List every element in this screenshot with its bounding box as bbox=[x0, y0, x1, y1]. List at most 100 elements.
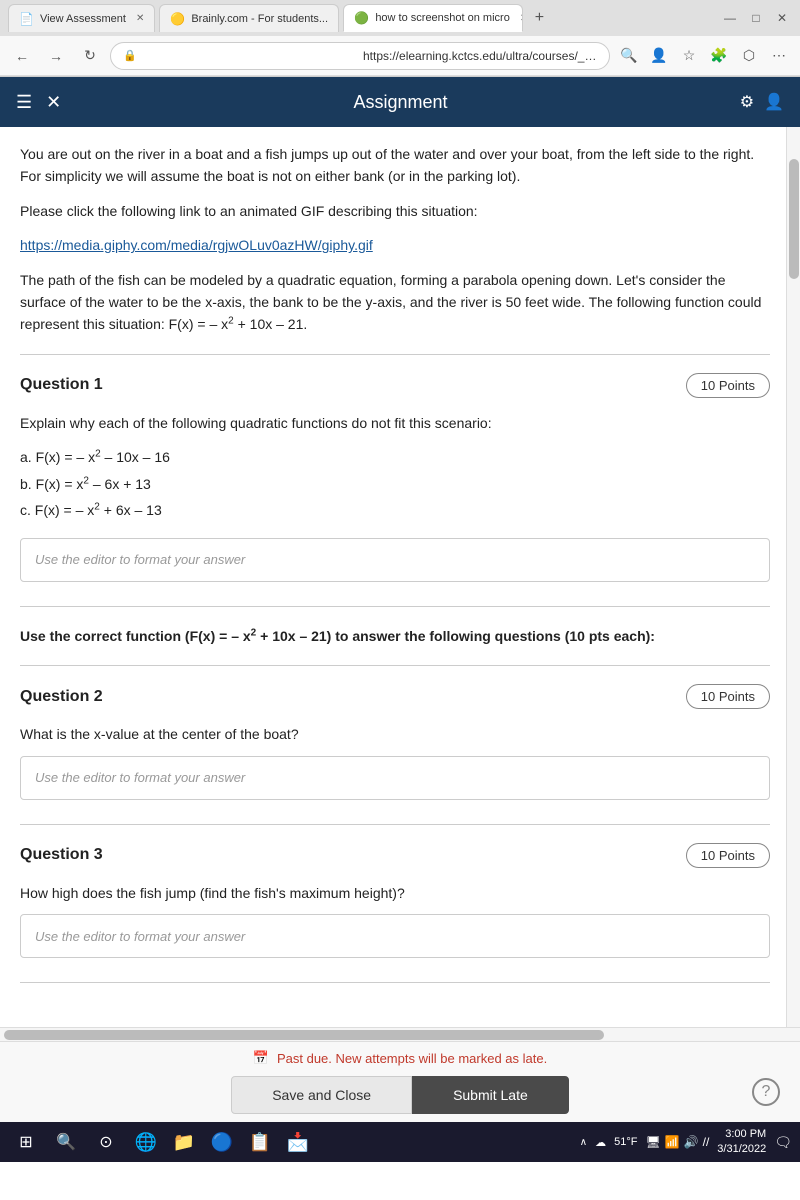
wifi-icon[interactable]: 📶 bbox=[665, 1135, 680, 1149]
question2-header: Question 2 10 Points bbox=[20, 684, 770, 709]
refresh-button[interactable]: ↻ bbox=[76, 42, 104, 70]
option-c: c. F(x) = – x2 + 6x – 13 bbox=[20, 497, 770, 524]
monitor-icon[interactable]: 🖥 bbox=[645, 1135, 660, 1149]
option-a: a. F(x) = – x2 – 10x – 16 bbox=[20, 444, 770, 471]
question2-block: Question 2 10 Points What is the x-value… bbox=[20, 684, 770, 799]
taskbar-caret[interactable]: ∧ bbox=[580, 1137, 587, 1148]
question1-options: a. F(x) = – x2 – 10x – 16 b. F(x) = x2 –… bbox=[20, 444, 770, 524]
intro-p3-text: The path of the fish can be modeled by a… bbox=[20, 272, 761, 333]
horizontal-scrollbar[interactable] bbox=[0, 1027, 800, 1041]
window-controls: — □ ✕ bbox=[720, 8, 792, 28]
tab2-icon: 🟡 bbox=[170, 12, 185, 26]
taskbar-date: 3/31/2022 bbox=[717, 1142, 766, 1157]
page-title: Assignment bbox=[61, 92, 740, 113]
intro-paragraph1: You are out on the river in a boat and a… bbox=[20, 143, 770, 188]
account-icon[interactable]: ⬡ bbox=[736, 43, 762, 69]
question2-points: 10 Points bbox=[686, 684, 770, 709]
taskbar-app-mail[interactable]: 📩 bbox=[280, 1124, 316, 1160]
close-window-button[interactable]: ✕ bbox=[772, 8, 792, 28]
browser-chrome: 📄 View Assessment ✕ 🟡 Brainly.com - For … bbox=[0, 0, 800, 77]
divider5 bbox=[20, 982, 770, 983]
taskbar: ⊞ 🔍 ⊙ 🌐 📁 🔵 📋 📩 ∧ ☁ 51°F 🖥 📶 🔊 // 3:00 P… bbox=[0, 1122, 800, 1162]
footer-bar: 📅 Past due. New attempts will be marked … bbox=[0, 1041, 800, 1122]
tab1-icon: 📄 bbox=[19, 12, 34, 26]
taskbar-right: ∧ ☁ 51°F 🖥 📶 🔊 // 3:00 PM 3/31/2022 🗨 bbox=[580, 1127, 792, 1158]
taskbar-app-explorer[interactable]: 📁 bbox=[166, 1124, 202, 1160]
intro-paragraph2: Please click the following link to an an… bbox=[20, 200, 770, 222]
tab1-close[interactable]: ✕ bbox=[136, 13, 144, 24]
start-button[interactable]: ⊞ bbox=[8, 1124, 44, 1160]
header-right: ⚙ 👤 bbox=[740, 92, 784, 112]
taskbar-app-blue[interactable]: 🔵 bbox=[204, 1124, 240, 1160]
question3-header: Question 3 10 Points bbox=[20, 843, 770, 868]
divider2 bbox=[20, 606, 770, 607]
vertical-scrollbar[interactable] bbox=[786, 127, 800, 1027]
question1-block: Question 1 10 Points Explain why each of… bbox=[20, 373, 770, 582]
tab3-close[interactable]: ✕ bbox=[520, 13, 524, 24]
more-options-icon[interactable]: ⋯ bbox=[766, 43, 792, 69]
taskbar-app-edge[interactable]: 🌐 bbox=[128, 1124, 164, 1160]
scroll-thumb[interactable] bbox=[789, 159, 799, 279]
question3-placeholder: Use the editor to format your answer bbox=[35, 929, 245, 944]
divider3 bbox=[20, 665, 770, 666]
maximize-button[interactable]: □ bbox=[746, 8, 766, 28]
notification-icon[interactable]: 🗨 bbox=[774, 1134, 792, 1151]
profile-nav-icon[interactable]: 👤 bbox=[646, 43, 672, 69]
taskbar-time-area[interactable]: 3:00 PM 3/31/2022 bbox=[717, 1127, 766, 1158]
extensions-icon[interactable]: 🧩 bbox=[706, 43, 732, 69]
giphy-link[interactable]: https://media.giphy.com/media/rgjwOLuv0a… bbox=[20, 237, 373, 253]
taskbar-app-notes[interactable]: 📋 bbox=[242, 1124, 278, 1160]
question1-header: Question 1 10 Points bbox=[20, 373, 770, 398]
section-label: Use the correct function (F(x) = – x2 + … bbox=[20, 625, 770, 647]
taskbar-apps: 🌐 📁 🔵 📋 📩 bbox=[128, 1124, 576, 1160]
question3-block: Question 3 10 Points How high does the f… bbox=[20, 843, 770, 958]
favorites-icon[interactable]: ☆ bbox=[676, 43, 702, 69]
minimize-button[interactable]: — bbox=[720, 8, 740, 28]
nav-bar: ← → ↻ 🔒 https://elearning.kctcs.edu/ultr… bbox=[0, 36, 800, 76]
intro-p3-end: + 10x – 21. bbox=[234, 316, 308, 332]
question1-placeholder: Use the editor to format your answer bbox=[35, 552, 245, 567]
taskbar-time: 3:00 PM bbox=[717, 1127, 766, 1142]
question2-answer-box[interactable]: Use the editor to format your answer bbox=[20, 756, 770, 800]
question1-answer-box[interactable]: Use the editor to format your answer bbox=[20, 538, 770, 582]
header-left: ☰ ✕ bbox=[16, 92, 61, 113]
search-nav-icon[interactable]: 🔍 bbox=[616, 43, 642, 69]
divider1 bbox=[20, 354, 770, 355]
footer-buttons: Save and Close Submit Late bbox=[16, 1076, 784, 1114]
question2-placeholder: Use the editor to format your answer bbox=[35, 770, 245, 785]
tab2-label: Brainly.com - For students... bbox=[191, 13, 328, 25]
address-bar[interactable]: 🔒 https://elearning.kctcs.edu/ultra/cour… bbox=[110, 42, 610, 70]
past-due-text: Past due. New attempts will be marked as… bbox=[277, 1051, 547, 1066]
sound-icon[interactable]: 🔊 bbox=[684, 1135, 699, 1149]
question3-answer-box[interactable]: Use the editor to format your answer bbox=[20, 914, 770, 958]
menu-icon[interactable]: ☰ bbox=[16, 92, 32, 113]
forward-button[interactable]: → bbox=[42, 42, 70, 70]
tab-view-assessment[interactable]: 📄 View Assessment ✕ bbox=[8, 4, 155, 32]
settings-icon[interactable]: ⚙ bbox=[740, 92, 754, 112]
option-b: b. F(x) = x2 – 6x + 13 bbox=[20, 471, 770, 498]
profile-icon[interactable]: 👤 bbox=[764, 92, 784, 112]
url-text: https://elearning.kctcs.edu/ultra/course… bbox=[363, 49, 597, 63]
taskbar-icons-area: 🖥 📶 🔊 // bbox=[645, 1135, 709, 1149]
past-due-notice: 📅 Past due. New attempts will be marked … bbox=[16, 1050, 784, 1066]
intro-link-line: https://media.giphy.com/media/rgjwOLuv0a… bbox=[20, 234, 770, 256]
tab2-close[interactable]: ✕ bbox=[338, 13, 339, 24]
new-tab-button[interactable]: + bbox=[527, 6, 551, 30]
save-and-close-button[interactable]: Save and Close bbox=[231, 1076, 412, 1114]
intro-paragraph3: The path of the fish can be modeled by a… bbox=[20, 269, 770, 336]
header-close-icon[interactable]: ✕ bbox=[46, 92, 61, 113]
search-taskbar-button[interactable]: 🔍 bbox=[48, 1124, 84, 1160]
tab3-icon: 🟢 bbox=[354, 11, 369, 25]
tab-screenshot[interactable]: 🟢 how to screenshot on micro ✕ bbox=[343, 4, 523, 32]
back-button[interactable]: ← bbox=[8, 42, 36, 70]
submit-late-button[interactable]: Submit Late bbox=[412, 1076, 569, 1114]
weather-icon: ☁ bbox=[595, 1136, 606, 1149]
tab1-label: View Assessment bbox=[40, 13, 126, 25]
help-icon[interactable]: ? bbox=[752, 1078, 780, 1106]
question2-title: Question 2 bbox=[20, 688, 103, 706]
divider4 bbox=[20, 824, 770, 825]
tab-brainly[interactable]: 🟡 Brainly.com - For students... ✕ bbox=[159, 4, 339, 32]
question3-points: 10 Points bbox=[686, 843, 770, 868]
h-scroll-thumb[interactable] bbox=[4, 1030, 604, 1040]
task-view-button[interactable]: ⊙ bbox=[88, 1124, 124, 1160]
